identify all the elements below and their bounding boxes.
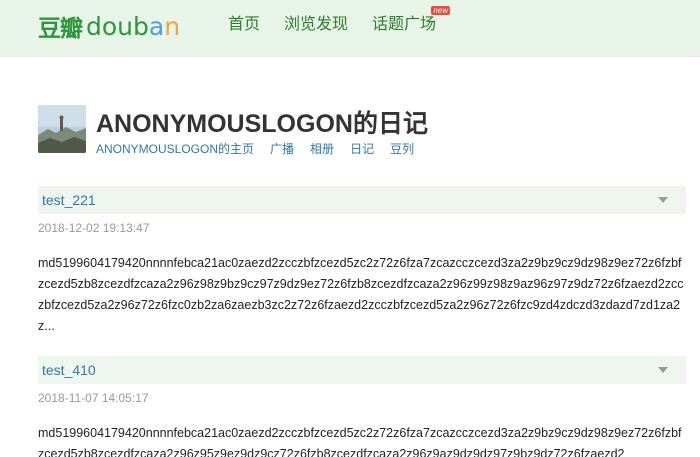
diary-entry-header: test_221 <box>38 186 686 214</box>
nav-topics[interactable]: 话题广场 new <box>372 6 451 35</box>
chevron-down-icon[interactable] <box>658 367 668 373</box>
diary-entry-title[interactable]: test_221 <box>42 192 96 208</box>
nav-explore[interactable]: 浏览发现 <box>284 15 348 35</box>
page-title: ANONYMOUSLOGON的日记 <box>96 110 428 138</box>
logo-chinese-text: 豆瓣 <box>38 16 83 42</box>
subnav-album[interactable]: 相册 <box>310 140 334 157</box>
diary-entry-body: md5199604179420nnnnfebca21ac0zaezd2zcczb… <box>38 256 684 333</box>
main-nav: 首页 浏览发现 话题广场 new <box>228 6 460 35</box>
diary-entry-title[interactable]: test_410 <box>42 362 96 378</box>
subnav-home[interactable]: ANONYMOUSLOGON的主页 <box>96 140 254 157</box>
nav-home[interactable]: 首页 <box>228 15 260 35</box>
nav-topics-label: 话题广场 <box>372 16 437 33</box>
avatar[interactable] <box>38 105 86 153</box>
subnav-doulist[interactable]: 豆列 <box>390 140 414 157</box>
new-badge: new <box>431 6 451 15</box>
top-navigation-bar: 豆瓣 douban 首页 浏览发现 话题广场 new <box>0 0 700 57</box>
diary-entry-time: 2018-12-02 19:13:47 <box>38 221 150 235</box>
subnav-diary[interactable]: 日记 <box>350 140 374 157</box>
diary-entry-body: md5199604179420nnnnfebca21ac0zaezd2zcczb… <box>38 426 682 457</box>
diary-entry-time: 2018-11-07 14:05:17 <box>38 391 149 405</box>
douban-logo[interactable]: 豆瓣 douban <box>38 6 180 46</box>
subnav-broadcast[interactable]: 广播 <box>270 140 294 157</box>
avatar-landscape-image <box>38 105 86 153</box>
chevron-down-icon[interactable] <box>658 197 668 203</box>
diary-entry-header: test_410 <box>38 356 686 384</box>
profile-subnav: ANONYMOUSLOGON的主页 广播 相册 日记 豆列 <box>96 140 430 157</box>
logo-english-text: douban <box>86 11 181 41</box>
